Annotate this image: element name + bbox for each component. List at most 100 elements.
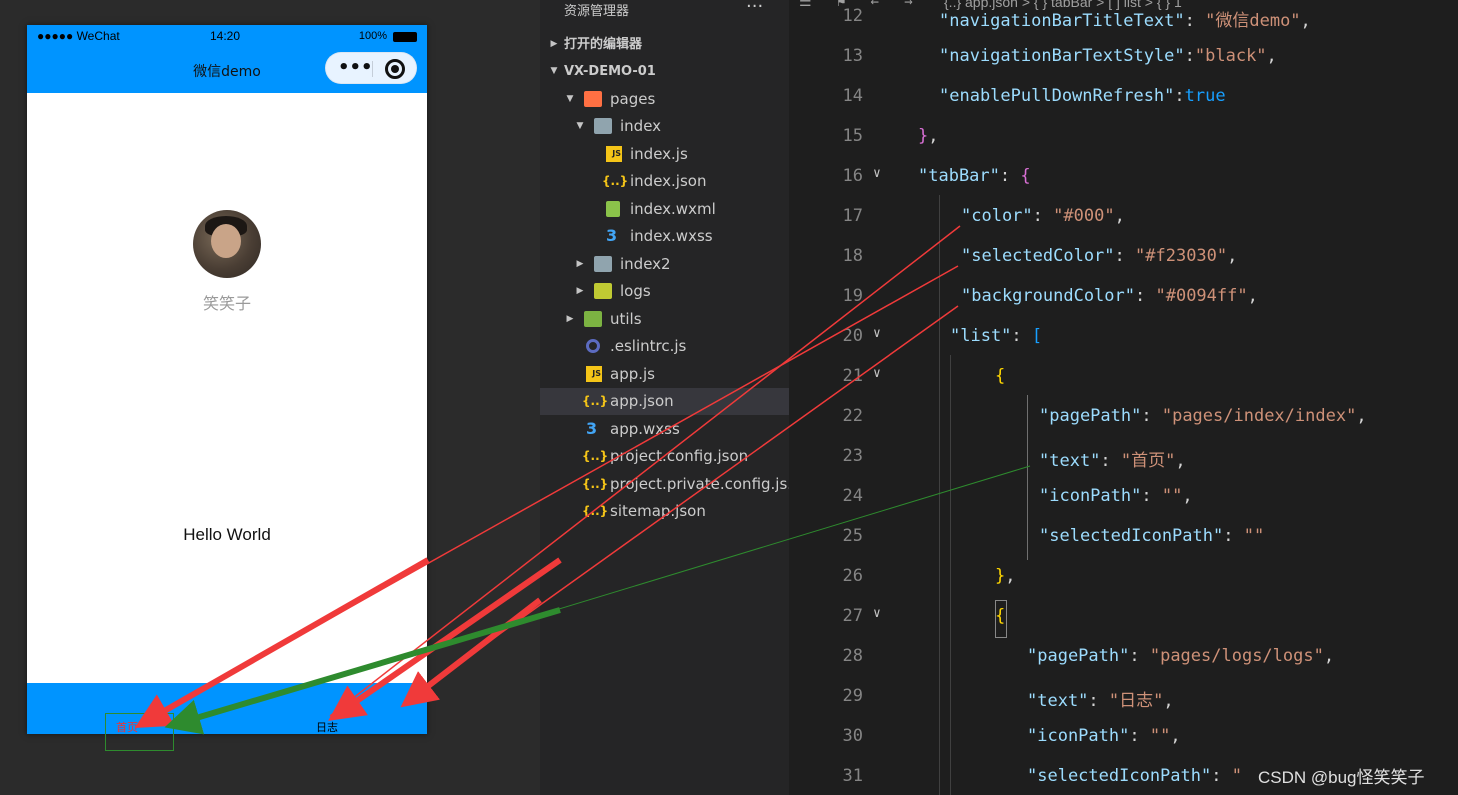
tree-item-index-wxss[interactable]: 3 index.wxss — [540, 223, 789, 250]
code-token: "" — [1149, 726, 1171, 746]
json-file-icon: {..} — [582, 449, 609, 463]
section-open-editors[interactable]: ▶ 打开的编辑器 — [540, 31, 789, 58]
code-token: "text" — [1027, 691, 1089, 711]
tree-item-app-js[interactable]: JS app.js — [540, 361, 789, 388]
tree-item-index2[interactable]: ▶ index2 — [540, 251, 789, 278]
code-line[interactable]: 26}, — [789, 558, 1458, 598]
code-line[interactable]: 25 "selectedIconPath": "" — [789, 518, 1458, 558]
code-token: , — [1323, 646, 1335, 666]
section-project[interactable]: ▼ VX-DEMO-01 — [540, 58, 789, 85]
tree-item-pages[interactable]: ▼ pages — [540, 86, 789, 113]
tree-item-label: app.js — [610, 365, 655, 383]
file-explorer: 资源管理器 ··· ▶ 打开的编辑器 ▼ VX-DEMO-01 ▼ pages … — [540, 0, 802, 795]
tree-item-logs[interactable]: ▶ logs — [540, 278, 789, 305]
line-number: 23 — [842, 446, 863, 466]
code-line[interactable]: 21 ∨ { — [789, 358, 1458, 398]
fold-chevron-icon[interactable]: ∨ — [873, 366, 881, 381]
code-token: , — [1170, 726, 1181, 746]
code-token: true — [1184, 86, 1226, 106]
code-editor[interactable]: ☰ ⚑ ← → {..} app.json > { } tabBar > [ ]… — [789, 0, 1458, 795]
tree-item-index-folder[interactable]: ▼ index — [540, 113, 789, 140]
section-label: VX-DEMO-01 — [564, 64, 656, 79]
code-line[interactable]: 13 "navigationBarTextStyle":"black", — [789, 38, 1458, 78]
close-icon[interactable] — [385, 59, 405, 79]
code-token: "#000" — [1053, 206, 1115, 226]
line-number: 20 — [842, 326, 863, 346]
code-token: "首页" — [1120, 451, 1176, 471]
tree-item-project-private-config[interactable]: {..} project.private.config.js... — [540, 471, 802, 498]
code-line[interactable]: 15}, — [789, 118, 1458, 158]
line-number: 27 — [842, 606, 863, 626]
code-token: "iconPath" — [1039, 486, 1142, 506]
code-token: , — [1163, 691, 1174, 711]
line-number: 21 — [842, 366, 863, 386]
code-token: , — [1182, 486, 1193, 506]
avatar-face — [211, 224, 241, 258]
code-token: "enablePullDownRefresh" — [939, 86, 1175, 106]
tree-item-app-json[interactable]: {..} app.json — [540, 388, 789, 415]
code-line[interactable]: 28 "pagePath": "pages/logs/logs", — [789, 638, 1458, 678]
status-carrier: ●●●●● WeChat — [37, 29, 120, 43]
code-token: "日志" — [1108, 691, 1164, 711]
code-token: : — [1223, 526, 1244, 546]
fold-chevron-icon[interactable]: ∨ — [873, 326, 881, 341]
explorer-more-button[interactable]: ··· — [746, 0, 763, 17]
tree-item-label: project.config.json — [610, 447, 749, 465]
code-line[interactable]: 20 ∨ "list": [ — [789, 318, 1458, 358]
chevron-right-icon: ▶ — [576, 259, 584, 269]
code-token: [ — [1031, 326, 1043, 346]
tree-item-utils[interactable]: ▶ utils — [540, 306, 789, 333]
tree-item-label: index — [620, 117, 662, 135]
code-token: } — [918, 126, 929, 146]
code-token: "black" — [1194, 46, 1267, 66]
code-token: "selectedIconPath" — [1039, 526, 1224, 546]
code-token: , — [1356, 406, 1367, 426]
code-line[interactable]: 24 "iconPath": "", — [789, 478, 1458, 518]
line-number: 29 — [842, 686, 863, 706]
folder-utils-icon — [584, 311, 602, 327]
code-line[interactable]: 27 ∨ { — [789, 598, 1458, 638]
code-token: : — [1141, 406, 1162, 426]
fold-chevron-icon[interactable]: ∨ — [873, 166, 881, 181]
phone-simulator: ●●●●● WeChat 14:20 100% 微信demo ••• 笑笑子 H… — [27, 25, 427, 734]
tree-item-sitemap[interactable]: {..} sitemap.json — [540, 498, 789, 525]
code-token: "navigationBarTextStyle" — [939, 46, 1185, 66]
fold-chevron-icon[interactable]: ∨ — [873, 606, 881, 621]
code-token: : — [1184, 46, 1195, 66]
screenshot-root: ●●●●● WeChat 14:20 100% 微信demo ••• 笑笑子 H… — [0, 0, 1458, 795]
code-line[interactable]: 16 ∨ "tabBar": { — [789, 158, 1458, 198]
tree-item-label: index.wxml — [630, 200, 716, 218]
tree-item-label: app.wxss — [610, 420, 680, 438]
code-token: "" — [1243, 526, 1265, 546]
tree-item-project-config[interactable]: {..} project.config.json — [540, 443, 789, 470]
tab-logs[interactable]: 日志 — [287, 719, 367, 735]
tree-item-index-wxml[interactable]: index.wxml — [540, 196, 789, 223]
code-token: , — [928, 126, 939, 146]
code-token: , — [1005, 566, 1016, 586]
line-number: 22 — [842, 406, 863, 426]
code-line[interactable]: 12 "navigationBarTitleText": "微信demo", — [789, 0, 1458, 38]
tree-item-index-js[interactable]: JS index.js — [540, 141, 789, 168]
tree-item-label: app.json — [610, 392, 674, 410]
code-token: , — [1114, 206, 1125, 226]
more-icon[interactable]: ••• — [338, 58, 373, 78]
code-line[interactable]: 14 "enablePullDownRefresh":true — [789, 78, 1458, 118]
code-line[interactable]: 22 "pagePath": "pages/index/index", — [789, 398, 1458, 438]
code-token: "selectedIconPath" — [1027, 766, 1212, 786]
chevron-down-icon: ▼ — [550, 66, 558, 76]
tree-item-index-json[interactable]: {..} index.json — [540, 168, 789, 195]
code-line[interactable]: 30 "iconPath": "", — [789, 718, 1458, 758]
tree-item-eslintrc[interactable]: .eslintrc.js — [540, 333, 789, 360]
tree-item-app-wxss[interactable]: 3 app.wxss — [540, 416, 789, 443]
code-token: : — [1011, 326, 1032, 346]
capsule-divider — [372, 61, 373, 77]
code-line[interactable]: 29 "text": "日志", — [789, 678, 1458, 718]
code-line[interactable]: 23 "text": "首页", — [789, 438, 1458, 478]
tree-item-label: sitemap.json — [610, 502, 706, 520]
code-line[interactable]: 19 "backgroundColor": "#0094ff", — [789, 278, 1458, 318]
code-text: "tabBar": { — [918, 166, 1031, 186]
code-token: , — [1227, 246, 1238, 266]
code-line[interactable]: 18 "selectedColor": "#f23030", — [789, 238, 1458, 278]
code-text: }, — [995, 566, 1016, 586]
code-line[interactable]: 17 "color": "#000", — [789, 198, 1458, 238]
